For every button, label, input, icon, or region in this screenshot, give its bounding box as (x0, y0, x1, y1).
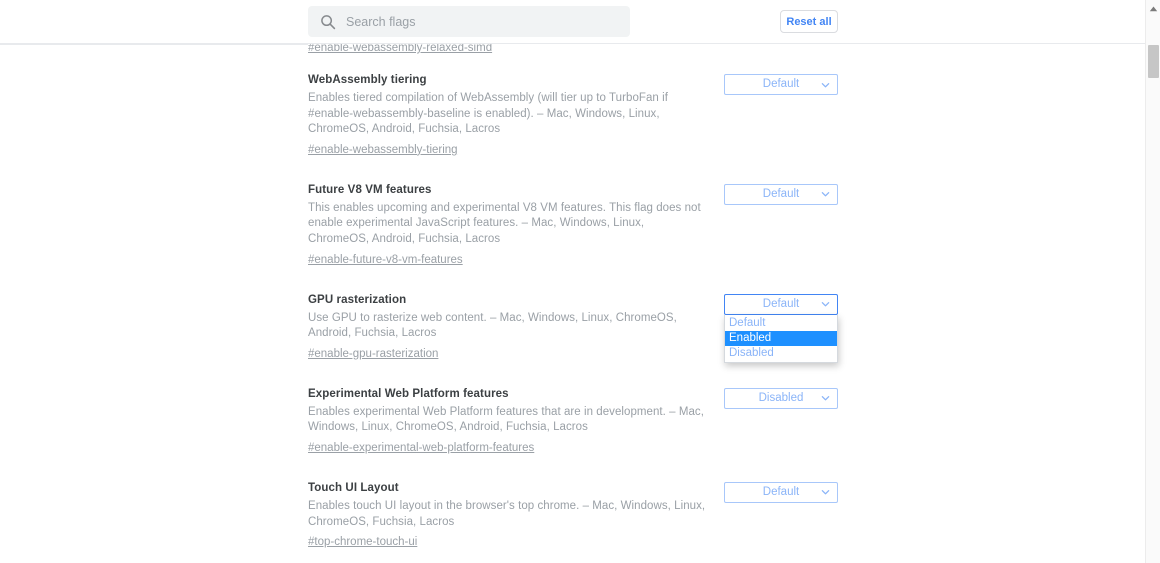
flag-text-block: Touch UI Layout Enables touch UI layout i… (308, 480, 708, 550)
flag-row: Future V8 VM features This enables upcomi… (0, 166, 1145, 276)
flag-link[interactable]: #enable-future-v8-vm-features (308, 252, 463, 268)
flag-title: GPU rasterization (308, 293, 407, 306)
flag-entry: GPU rasterization Use GPU to rasterize we… (308, 276, 838, 370)
flag-entry: WebAssembly tiering Enables tiered compil… (308, 56, 838, 166)
dropdown-option[interactable]: Enabled (725, 330, 837, 346)
flag-link[interactable]: #enable-experimental-web-platform-featur… (308, 440, 534, 456)
header-divider (0, 44, 308, 45)
flags-page: Reset all #enable-webassembly-relaxed-si… (0, 0, 1160, 563)
chevron-down-icon (821, 300, 830, 309)
flag-list: #enable-webassembly-relaxed-simd WebAsse… (0, 44, 1145, 563)
flag-value-label: Default (762, 485, 800, 498)
flag-value-label: Disabled (758, 391, 804, 404)
flags-header: Reset all (0, 0, 1145, 44)
flag-title: Touch UI Layout (308, 481, 399, 494)
flag-link[interactable]: #enable-webassembly-tiering (308, 142, 458, 158)
flag-title: Future V8 VM features (308, 183, 432, 196)
flag-row: WebAssembly tiering Enables tiered compil… (0, 56, 1145, 166)
flag-select-holder: Default (724, 183, 838, 205)
flag-text-block: GPU rasterization Use GPU to rasterize we… (308, 292, 708, 362)
scroll-up-arrow-icon[interactable] (1146, 1, 1160, 16)
chevron-down-icon (821, 190, 830, 199)
flag-value-select[interactable]: Default (724, 481, 838, 503)
scrollbar-thumb[interactable] (1148, 45, 1159, 78)
flag-description: Use GPU to rasterize web content. – Mac,… (308, 311, 677, 340)
flag-select-holder: Disabled (724, 387, 838, 409)
search-input[interactable] (346, 14, 616, 29)
flag-link[interactable]: #enable-gpu-rasterization (308, 346, 438, 362)
vertical-scrollbar[interactable] (1145, 0, 1160, 563)
search-flags-box[interactable] (308, 6, 630, 37)
flag-value-select[interactable]: Default (724, 293, 838, 315)
search-icon (320, 14, 336, 30)
partial-flag-row: #enable-webassembly-relaxed-simd (0, 44, 1145, 56)
flag-link[interactable]: #top-chrome-touch-ui (308, 534, 417, 550)
flag-title: Experimental Web Platform features (308, 387, 509, 400)
flag-text-block: WebAssembly tiering Enables tiered compil… (308, 72, 708, 158)
flag-entry: Hardware-accelerated video decodeHardwar… (308, 558, 838, 563)
flag-entry: Experimental Web Platform features Enable… (308, 370, 838, 464)
flag-link[interactable]: #enable-webassembly-relaxed-simd (308, 44, 492, 56)
chevron-down-icon (821, 488, 830, 497)
flag-options-dropdown[interactable]: Default Enabled Disabled (724, 314, 838, 363)
flag-value-label: Default (762, 297, 800, 310)
flag-value-label: Default (762, 78, 800, 90)
reset-all-button[interactable]: Reset all (780, 10, 838, 33)
flag-value-label: Default (762, 187, 800, 200)
flag-title: WebAssembly tiering (308, 74, 427, 86)
flag-text-block: Experimental Web Platform features Enable… (308, 386, 708, 456)
flag-select-holder: Default Default Enabled Disabled (724, 293, 838, 363)
flag-row: Experimental Web Platform features Enable… (0, 370, 1145, 464)
scrollbar-track-upper[interactable] (1146, 16, 1160, 45)
chevron-down-icon (821, 394, 830, 403)
flag-description: Enables experimental Web Platform featur… (308, 405, 704, 434)
flag-value-select[interactable]: Disabled (724, 387, 838, 409)
flag-select-holder: Default (724, 481, 838, 503)
flags-content: #enable-webassembly-relaxed-simd WebAsse… (0, 44, 1145, 563)
flag-row: GPU rasterization Use GPU to rasterize we… (0, 276, 1145, 370)
flag-select-holder: Default (724, 74, 838, 95)
flag-entry: Future V8 VM features This enables upcomi… (308, 166, 838, 276)
dropdown-option[interactable]: Default (725, 316, 837, 331)
flag-entry: Touch UI Layout Enables touch UI layout i… (308, 464, 838, 558)
dropdown-option[interactable]: Disabled (725, 346, 837, 361)
flag-description: Enables tiered compilation of WebAssembl… (308, 92, 668, 136)
flag-description: This enables upcoming and experimental V… (308, 201, 701, 245)
flag-value-select[interactable]: Default (724, 183, 838, 205)
flag-row: Touch UI Layout Enables touch UI layout i… (0, 464, 1145, 558)
flag-text-block: Future V8 VM features This enables upcomi… (308, 182, 708, 268)
flag-row: Hardware-accelerated video decodeHardwar… (0, 558, 1145, 563)
flag-value-select[interactable]: Default (724, 74, 838, 95)
flag-description: Enables touch UI layout in the browser's… (308, 499, 706, 528)
chevron-down-icon (821, 80, 830, 89)
